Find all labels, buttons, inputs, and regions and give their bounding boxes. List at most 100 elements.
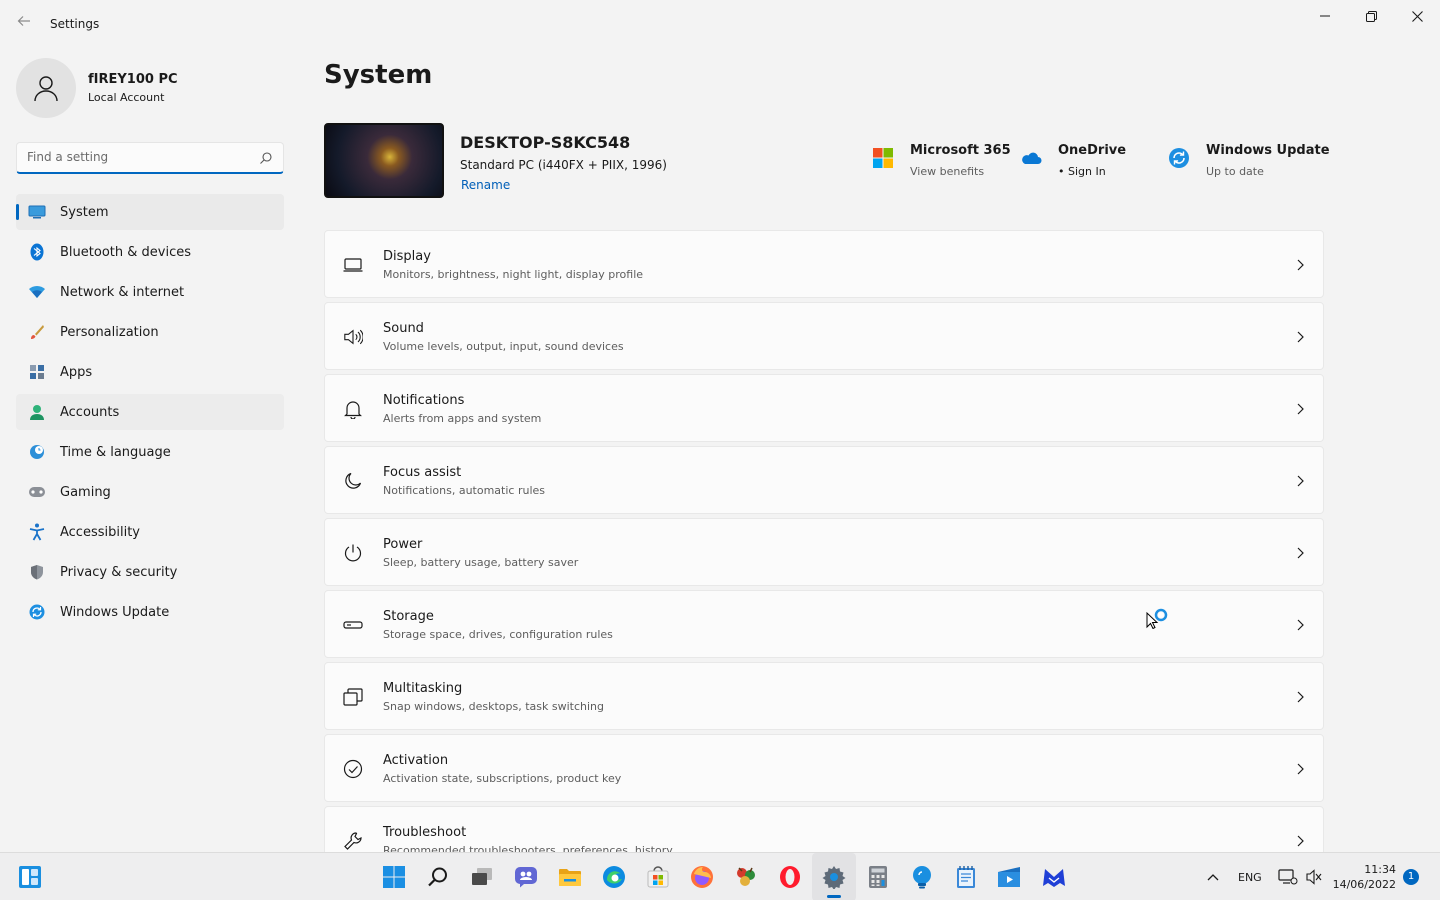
notepad-icon[interactable] [944, 853, 988, 900]
malwarebytes-icon[interactable] [1032, 853, 1076, 900]
quick-link-onedrive[interactable]: OneDrive • Sign In [1020, 143, 1140, 183]
quick-link-subtitle: View benefits [910, 165, 985, 178]
sidebar-item-apps[interactable]: Apps [16, 354, 284, 390]
quick-link-subtitle: • Sign In [1058, 165, 1106, 178]
minimize-button[interactable] [1302, 0, 1348, 32]
user-profile[interactable]: fIREY100 PC Local Account [16, 58, 286, 118]
volume-tray-icon[interactable] [1305, 853, 1323, 900]
chat-icon[interactable] [504, 853, 548, 900]
settings-icon[interactable] [812, 853, 856, 900]
sidebar-item-accounts[interactable]: Accounts [16, 394, 284, 430]
tips-icon[interactable] [900, 853, 944, 900]
device-name: DESKTOP-S8KC548 [460, 133, 631, 152]
brush-icon [28, 323, 46, 341]
profile-account-type: Local Account [88, 91, 165, 104]
quick-link-title: Windows Update [1206, 143, 1330, 158]
calculator-icon[interactable] [856, 853, 900, 900]
firefox-icon[interactable] [680, 853, 724, 900]
edge-icon[interactable] [592, 853, 636, 900]
sidebar-item-label: System [60, 204, 109, 220]
sidebar-item-label: Personalization [60, 324, 159, 340]
quick-link-microsoft-365[interactable]: Microsoft 365 View benefits [872, 143, 1012, 183]
sidebar-item-system[interactable]: System [16, 194, 284, 230]
chevron-right-icon [1295, 401, 1305, 420]
start-icon[interactable] [372, 853, 416, 900]
accessibility-icon [28, 523, 46, 541]
search-icon[interactable] [259, 150, 273, 169]
file-explorer-icon[interactable] [548, 853, 592, 900]
setting-card-subtitle: Activation state, subscriptions, product… [383, 772, 622, 785]
sidebar-item-label: Privacy & security [60, 564, 178, 580]
sidebar-item-time-language[interactable]: Time & language [16, 434, 284, 470]
sidebar: fIREY100 PC Local Account System Bluetoo… [0, 48, 300, 852]
setting-card-subtitle: Sleep, battery usage, battery saver [383, 556, 579, 569]
taskbar-apps [372, 853, 1076, 900]
language-indicator[interactable]: ENG [1238, 853, 1262, 900]
storage-icon [343, 615, 363, 635]
store-icon[interactable] [636, 853, 680, 900]
sidebar-item-bluetooth[interactable]: Bluetooth & devices [16, 234, 284, 270]
search-icon[interactable] [416, 853, 460, 900]
sidebar-item-privacy[interactable]: Privacy & security [16, 554, 284, 590]
device-spec: Standard PC (i440FX + PIIX, 1996) [460, 158, 667, 172]
chevron-right-icon [1295, 833, 1305, 852]
opera-icon[interactable] [768, 853, 812, 900]
setting-card-multitasking[interactable]: Multitasking Snap windows, desktops, tas… [324, 662, 1324, 730]
network-tray-icon[interactable] [1278, 853, 1298, 900]
rename-link[interactable]: Rename [461, 178, 510, 192]
window-title: Settings [50, 17, 100, 31]
close-button[interactable] [1394, 0, 1440, 32]
setting-card-title: Power [383, 537, 423, 552]
task-view-icon[interactable] [460, 853, 504, 900]
device-wallpaper-thumbnail [324, 123, 444, 198]
close-icon [1411, 10, 1423, 22]
quick-link-title: OneDrive [1058, 143, 1127, 158]
sidebar-item-gaming[interactable]: Gaming [16, 474, 284, 510]
setting-card-title: Focus assist [383, 465, 462, 480]
profile-name: fIREY100 PC [88, 72, 178, 87]
quick-link-subtitle: Up to date [1206, 165, 1264, 178]
widgets-icon[interactable] [18, 865, 42, 889]
tray-overflow-chevron[interactable] [1206, 853, 1220, 900]
game-icon[interactable] [724, 853, 768, 900]
search-box[interactable] [16, 142, 284, 174]
sidebar-nav: System Bluetooth & devices Network & int… [16, 194, 284, 634]
setting-card-focus-assist[interactable]: Focus assist Notifications, automatic ru… [324, 446, 1324, 514]
maximize-button[interactable] [1348, 0, 1394, 32]
sidebar-item-personalization[interactable]: Personalization [16, 314, 284, 350]
quick-link-windows-update[interactable]: Windows Update Up to date [1168, 143, 1330, 183]
language-label: ENG [1238, 870, 1262, 884]
back-arrow-icon[interactable] [14, 14, 34, 34]
notification-badge[interactable]: 1 [1403, 869, 1419, 885]
person-icon [34, 76, 58, 102]
sidebar-item-label: Accessibility [60, 524, 140, 540]
sidebar-item-accessibility[interactable]: Accessibility [16, 514, 284, 550]
sidebar-item-label: Apps [60, 364, 93, 380]
setting-card-subtitle: Alerts from apps and system [383, 412, 542, 425]
setting-card-storage[interactable]: Storage Storage space, drives, configura… [324, 590, 1324, 658]
setting-card-subtitle: Snap windows, desktops, task switching [383, 700, 605, 713]
search-input[interactable] [17, 143, 247, 171]
person-icon [28, 403, 46, 421]
chevron-right-icon [1295, 761, 1305, 780]
media-player-icon[interactable] [988, 853, 1032, 900]
sidebar-item-network[interactable]: Network & internet [16, 274, 284, 310]
apps-icon [28, 363, 46, 381]
setting-card-power[interactable]: Power Sleep, battery usage, battery save… [324, 518, 1324, 586]
sidebar-item-windows-update[interactable]: Windows Update [16, 594, 284, 630]
chevron-right-icon [1295, 617, 1305, 636]
settings-list: Display Monitors, brightness, night ligh… [324, 230, 1324, 878]
sidebar-item-label: Windows Update [60, 604, 170, 620]
setting-card-activation[interactable]: Activation Activation state, subscriptio… [324, 734, 1324, 802]
display-icon [343, 255, 363, 275]
setting-card-title: Activation [383, 753, 449, 768]
setting-card-notifications[interactable]: Notifications Alerts from apps and syste… [324, 374, 1324, 442]
setting-card-display[interactable]: Display Monitors, brightness, night ligh… [324, 230, 1324, 298]
system-clock[interactable]: 11:34 14/06/2022 [1333, 862, 1396, 892]
onedrive-cloud-icon [1020, 147, 1042, 169]
sidebar-item-label: Accounts [60, 404, 120, 420]
setting-card-sound[interactable]: Sound Volume levels, output, input, soun… [324, 302, 1324, 370]
chevron-right-icon [1295, 257, 1305, 276]
minimize-icon [1320, 15, 1330, 17]
taskbar: ENG 11:34 14/06/2022 1 [0, 852, 1440, 900]
